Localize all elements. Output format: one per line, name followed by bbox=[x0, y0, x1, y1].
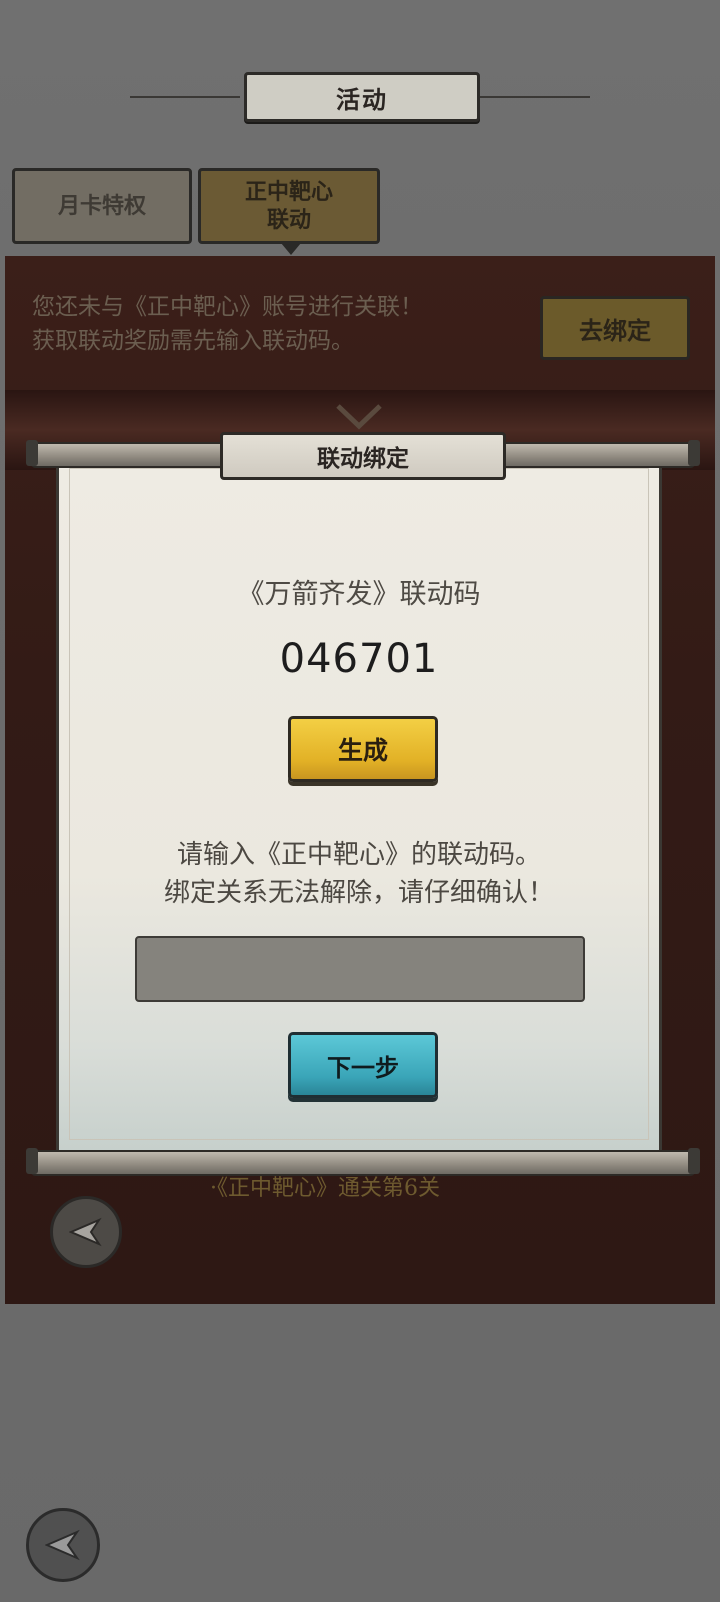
rod-cap bbox=[688, 1148, 700, 1174]
next-step-button[interactable]: 下一步 bbox=[288, 1032, 438, 1098]
back-arrow-icon bbox=[69, 1217, 102, 1247]
title-divider-left bbox=[130, 96, 240, 98]
unbound-notice: 您还未与《正中靶心》账号进行关联！ 获取联动奖励需先输入联动码。 bbox=[32, 290, 512, 358]
notice-line-2: 获取联动奖励需先输入联动码。 bbox=[32, 328, 354, 354]
instruction-line-2: 绑定关系无法解除，请仔细确认！ bbox=[163, 878, 554, 908]
tab-crossover[interactable]: 正中靶心 联动 bbox=[198, 168, 380, 255]
code-label: 《万箭齐发》联动码 bbox=[237, 579, 481, 610]
instruction-text: 请输入《正中靶心》的联动码。 绑定关系无法解除，请仔细确认！ bbox=[56, 836, 662, 912]
modal-title: 联动绑定 bbox=[220, 432, 506, 480]
page-title: 活动 bbox=[244, 72, 480, 122]
tab-monthly-card[interactable]: 月卡特权 bbox=[12, 168, 192, 244]
bottom-back-button[interactable] bbox=[26, 1508, 100, 1582]
tab-crossover-label: 正中靶心 联动 bbox=[244, 179, 333, 233]
panel-back-button[interactable] bbox=[50, 1196, 122, 1268]
go-bind-button[interactable]: 去绑定 bbox=[540, 296, 690, 360]
scroll-rod-bottom bbox=[26, 1148, 700, 1176]
chevron-down-icon bbox=[336, 404, 382, 430]
code-value: 046701 bbox=[279, 636, 439, 682]
crossover-code-input[interactable] bbox=[135, 936, 585, 1002]
instruction-line-1: 请输入《正中靶心》的联动码。 bbox=[176, 840, 541, 870]
back-arrow-icon bbox=[45, 1529, 80, 1561]
title-divider-right bbox=[480, 96, 590, 98]
generate-button[interactable]: 生成 bbox=[288, 716, 438, 782]
rod-cap bbox=[688, 440, 700, 466]
rod-cap bbox=[26, 1148, 38, 1174]
notice-line-1: 您还未与《正中靶心》账号进行关联！ bbox=[32, 294, 423, 320]
rod-cap bbox=[26, 440, 38, 466]
